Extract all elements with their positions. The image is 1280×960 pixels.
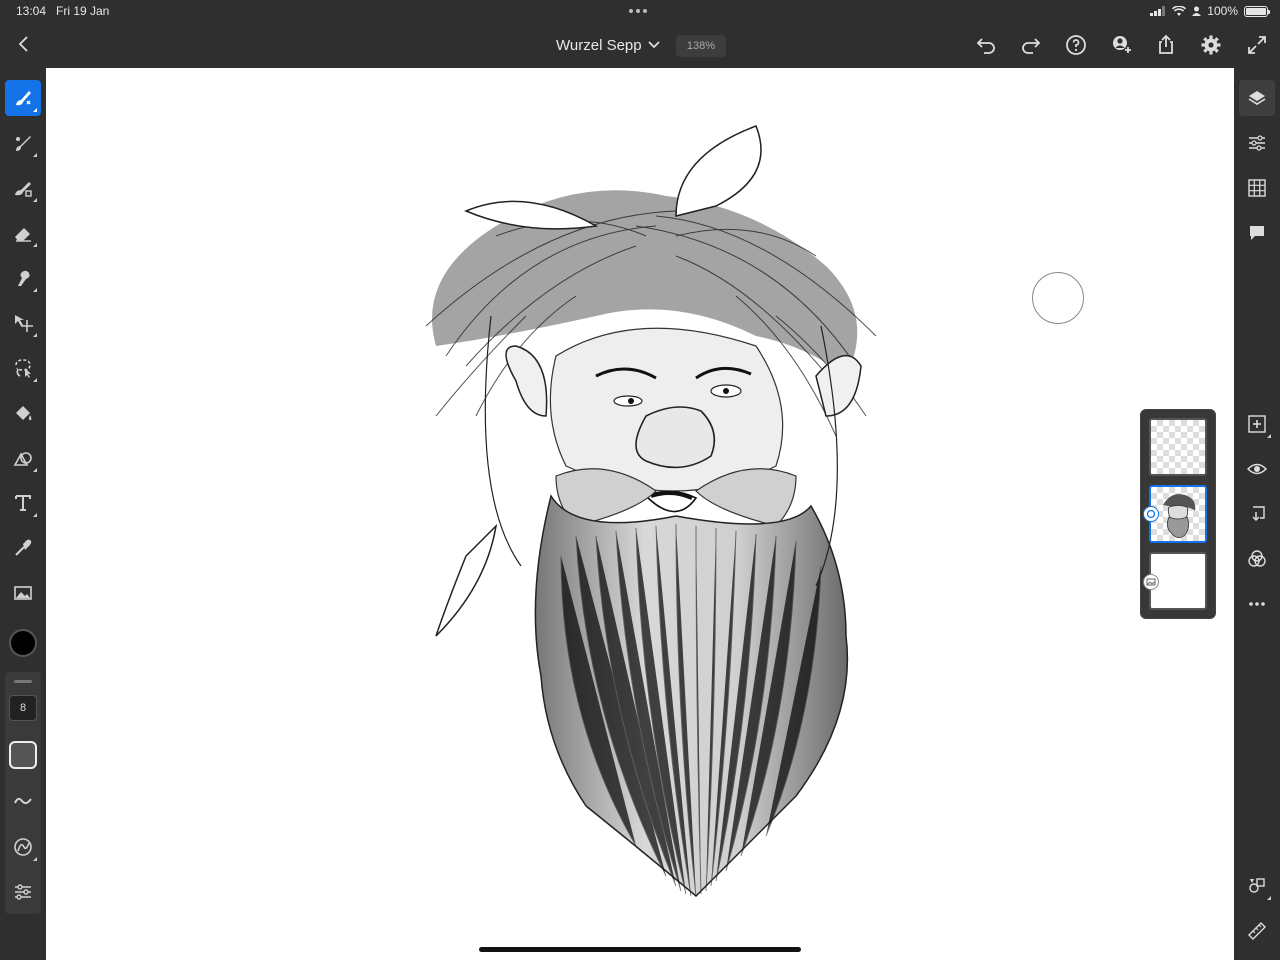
brush-settings-icon [14,838,32,856]
help-icon[interactable] [1064,33,1088,57]
brush-shape-button[interactable] [9,741,37,769]
more-button[interactable] [1239,586,1275,622]
header-bar: Wurzel Sepp 138% [0,22,1280,68]
text-tool[interactable] [5,485,41,521]
text-icon [15,495,31,511]
eye-icon [1247,463,1267,475]
zoom-level[interactable]: 138% [676,35,726,57]
smudge-tool[interactable] [5,260,41,296]
wifi-icon [1172,5,1187,16]
shapes-icon [13,452,32,466]
layers-icon [1248,91,1266,105]
image-icon [14,586,32,600]
sketch-thumbnail [1163,494,1196,538]
wave-icon [14,797,32,805]
signal-icon [1150,6,1166,16]
vector-brush-icon [15,182,32,197]
lasso-icon [15,359,31,378]
document-title[interactable]: Wurzel Sepp [556,37,642,54]
add-layer-button[interactable] [1239,406,1275,442]
brush-icon [16,91,31,106]
panel-drag-handle[interactable] [14,680,32,683]
merge-down-button[interactable] [1239,496,1275,532]
gnome-sketch [425,125,877,898]
move-tool[interactable] [5,305,41,341]
status-time: 13:04 [16,4,47,18]
shapes-icon [1249,878,1265,893]
multitasking-dots[interactable] [629,9,647,13]
add-layer-icon [1248,415,1266,433]
eraser-tool[interactable] [5,215,41,251]
smudge-icon [18,270,30,286]
status-indicators: 100% [1150,4,1270,18]
sliders-icon [15,884,31,900]
brush-cursor [1032,272,1084,324]
pixel-brush-tool[interactable] [5,80,41,116]
ruler-button[interactable] [1239,913,1275,949]
left-toolbar: 8 [0,68,46,960]
right-toolbar [1234,68,1280,960]
tool-options-button[interactable] [5,874,41,910]
app-window: 13:04 Fri 19 Jan 100% Wurzel Sepp 138% 8 [0,0,1280,960]
layer-type-badge [1143,506,1159,522]
grid-button[interactable] [1239,170,1275,206]
eraser-icon [15,228,31,242]
merge-down-icon [1252,506,1265,522]
layer-thumbnail[interactable] [1149,418,1207,476]
gear-icon[interactable] [1199,33,1223,57]
selection-tool[interactable] [5,350,41,386]
status-date: Fri 19 Jan [56,4,110,18]
battery-percent: 100% [1207,4,1238,18]
eyedropper-icon [15,539,32,556]
comments-button[interactable] [1239,215,1275,251]
more-icon [1249,602,1265,606]
drawing-canvas[interactable] [46,68,1234,960]
blend-mode-button[interactable] [1239,541,1275,577]
move-icon [15,315,33,332]
invite-icon[interactable] [1109,33,1133,57]
back-icon[interactable] [12,32,36,56]
undo-icon[interactable] [974,33,998,57]
live-brush-tool[interactable] [5,125,41,161]
grid-icon [1248,179,1266,197]
comment-icon [1250,226,1264,240]
blend-mode-icon [1248,550,1266,567]
layer-properties-button[interactable] [1239,125,1275,161]
ruler-icon [1248,922,1266,940]
status-bar: 13:04 Fri 19 Jan 100% [0,0,1280,22]
visibility-button[interactable] [1239,451,1275,487]
home-indicator[interactable] [479,947,801,952]
image-layer-badge [1143,574,1159,590]
live-brush-icon [16,136,31,151]
layer-properties-icon [1249,135,1265,151]
chevron-down-icon[interactable] [646,36,662,52]
paint-bucket-icon [16,406,32,421]
fullscreen-icon[interactable] [1245,33,1269,57]
color-swatch[interactable] [9,629,37,657]
smoothing-button[interactable] [5,783,41,819]
person-icon [1192,6,1202,16]
place-image-tool[interactable] [5,575,41,611]
fill-tool[interactable] [5,395,41,431]
layers-button[interactable] [1239,80,1275,116]
eyedropper-tool[interactable] [5,530,41,566]
brush-settings-button[interactable] [5,829,41,865]
layers-panel [1140,409,1216,619]
shapes-panel-button[interactable] [1239,868,1275,904]
brush-size[interactable]: 8 [9,695,37,721]
redo-icon[interactable] [1019,33,1043,57]
vector-brush-tool[interactable] [5,170,41,206]
battery-icon [1244,5,1270,17]
shapes-tool[interactable] [5,440,41,476]
share-icon[interactable] [1154,33,1178,57]
